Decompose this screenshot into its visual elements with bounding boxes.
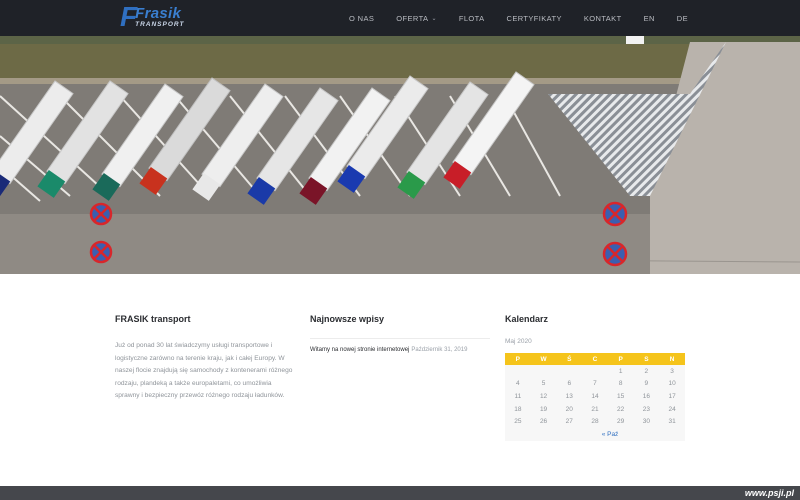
calendar-day: 12 — [539, 392, 548, 400]
calendar-day: 20 — [565, 405, 573, 413]
calendar-day: 22 — [617, 405, 625, 413]
hero-image — [0, 36, 800, 274]
calendar-day: 6 — [567, 380, 572, 388]
calendar-day: 2 — [644, 367, 649, 375]
calendar-day: 5 — [541, 380, 546, 388]
nav-item-o-nas[interactable]: O NAS — [349, 14, 374, 23]
calendar-nav: « Paź — [505, 428, 685, 441]
recent-posts-widget: Najnowsze wpisy Witamy na nowej stronie … — [310, 314, 490, 353]
calendar-day: 4 — [516, 380, 520, 388]
calendar-day: 15 — [617, 392, 625, 400]
watermark: www.psji.pl — [744, 488, 794, 498]
main-nav: O NAS OFERTA ⌄ FLOTA CERTYFIKATY KONTAKT… — [349, 0, 688, 36]
content-section: FRASIK transport Już od ponad 30 lat świ… — [0, 274, 800, 486]
weekday-header: S — [633, 353, 660, 365]
site-footer: www.psji.pl — [0, 486, 800, 500]
weekday-header: Ś — [556, 353, 583, 365]
calendar-table: P W Ś C P S N 1 2 3 4 5 6 7 8 9 10 11 12 13 14 15 16 17 1… — [505, 353, 685, 441]
chevron-down-icon: ⌄ — [431, 15, 437, 22]
calendar-day: 28 — [591, 418, 599, 426]
logo-sub-text: TRANSPORT — [135, 20, 185, 28]
about-text: Już od ponad 30 lat świadczymy usługi tr… — [115, 342, 293, 400]
calendar-day: 31 — [668, 418, 676, 426]
calendar-day: 14 — [591, 392, 599, 400]
hero-illustration — [0, 36, 800, 274]
nav-item-oferta[interactable]: OFERTA ⌄ — [396, 14, 437, 23]
calendar-day: 18 — [514, 405, 522, 413]
nav-item-flota[interactable]: FLOTA — [459, 14, 485, 23]
calendar-day: 24 — [668, 405, 676, 413]
calendar-day: 21 — [591, 405, 599, 413]
calendar-day: 1 — [618, 367, 623, 375]
calendar-day: 29 — [617, 418, 625, 426]
calendar-day: 7 — [593, 380, 597, 388]
weekday-header: N — [659, 353, 685, 365]
post-date: Październik 31, 2019 — [411, 347, 468, 353]
calendar-week-row: 1 2 3 — [505, 365, 685, 378]
weekday-header: W — [530, 353, 557, 365]
calendar-week-row: 11 12 13 14 15 16 17 — [505, 390, 685, 403]
calendar-day: 16 — [642, 392, 650, 400]
calendar-title: Kalendarz — [505, 314, 549, 324]
site-logo[interactable]: F Frasik TRANSPORT — [120, 2, 184, 32]
calendar-day: 3 — [670, 367, 674, 375]
nav-item-lang-de[interactable]: DE — [677, 14, 688, 23]
calendar-caption: Maj 2020 — [505, 338, 532, 345]
calendar-empty-cell — [505, 365, 531, 378]
nav-item-oferta-label: OFERTA — [396, 13, 429, 23]
logo-main-text: Frasik — [135, 4, 182, 22]
calendar-body: 1 2 3 4 5 6 7 8 9 10 11 12 13 14 15 16 17 18 19 20 21 22 23 24 2… — [505, 365, 685, 428]
calendar-day: 25 — [514, 418, 522, 426]
about-title: FRASIK transport — [115, 314, 191, 324]
calendar-empty-cell — [556, 365, 582, 378]
calendar-day: 17 — [668, 392, 676, 400]
calendar-week-row: 18 19 20 21 22 23 24 — [505, 403, 685, 416]
calendar-day: 10 — [668, 380, 676, 388]
site-header: F Frasik TRANSPORT O NAS OFERTA ⌄ FLOTA … — [0, 0, 800, 36]
recent-posts-title: Najnowsze wpisy — [310, 314, 385, 324]
calendar-day: 9 — [644, 380, 649, 388]
calendar-empty-cell — [531, 365, 557, 378]
weekday-header: C — [582, 353, 608, 365]
nav-item-lang-en[interactable]: EN — [644, 14, 655, 23]
calendar-day: 26 — [539, 418, 548, 426]
calendar-day: 23 — [642, 405, 650, 413]
calendar-day: 8 — [618, 380, 623, 388]
calendar-day: 27 — [565, 418, 573, 426]
weekday-header: P — [607, 353, 634, 365]
logo-text: Frasik TRANSPORT — [135, 6, 184, 29]
calendar-week-row: 4 5 6 7 8 9 10 — [505, 378, 685, 391]
nav-item-certyfikaty[interactable]: CERTYFIKATY — [507, 14, 562, 23]
weekday-header: P — [505, 353, 531, 365]
list-item: Witamy na nowej stronie internetowej Paźd… — [310, 339, 490, 353]
nav-item-kontakt[interactable]: KONTAKT — [584, 14, 622, 23]
about-widget: FRASIK transport Już od ponad 30 lat świ… — [115, 314, 295, 403]
calendar-day: 11 — [514, 392, 522, 400]
calendar-week-row: 25 26 27 28 29 30 31 — [505, 415, 685, 428]
post-link[interactable]: Witamy na nowej stronie internetowej — [310, 347, 409, 353]
calendar-day: 13 — [565, 392, 573, 400]
calendar-prev-link[interactable]: « Paź — [572, 431, 619, 438]
calendar-day: 30 — [642, 418, 650, 426]
calendar-day: 19 — [539, 405, 548, 413]
calendar-empty-cell — [582, 365, 608, 378]
calendar-widget: Kalendarz Maj 2020 P W Ś C P S N 1234567… — [505, 314, 685, 441]
